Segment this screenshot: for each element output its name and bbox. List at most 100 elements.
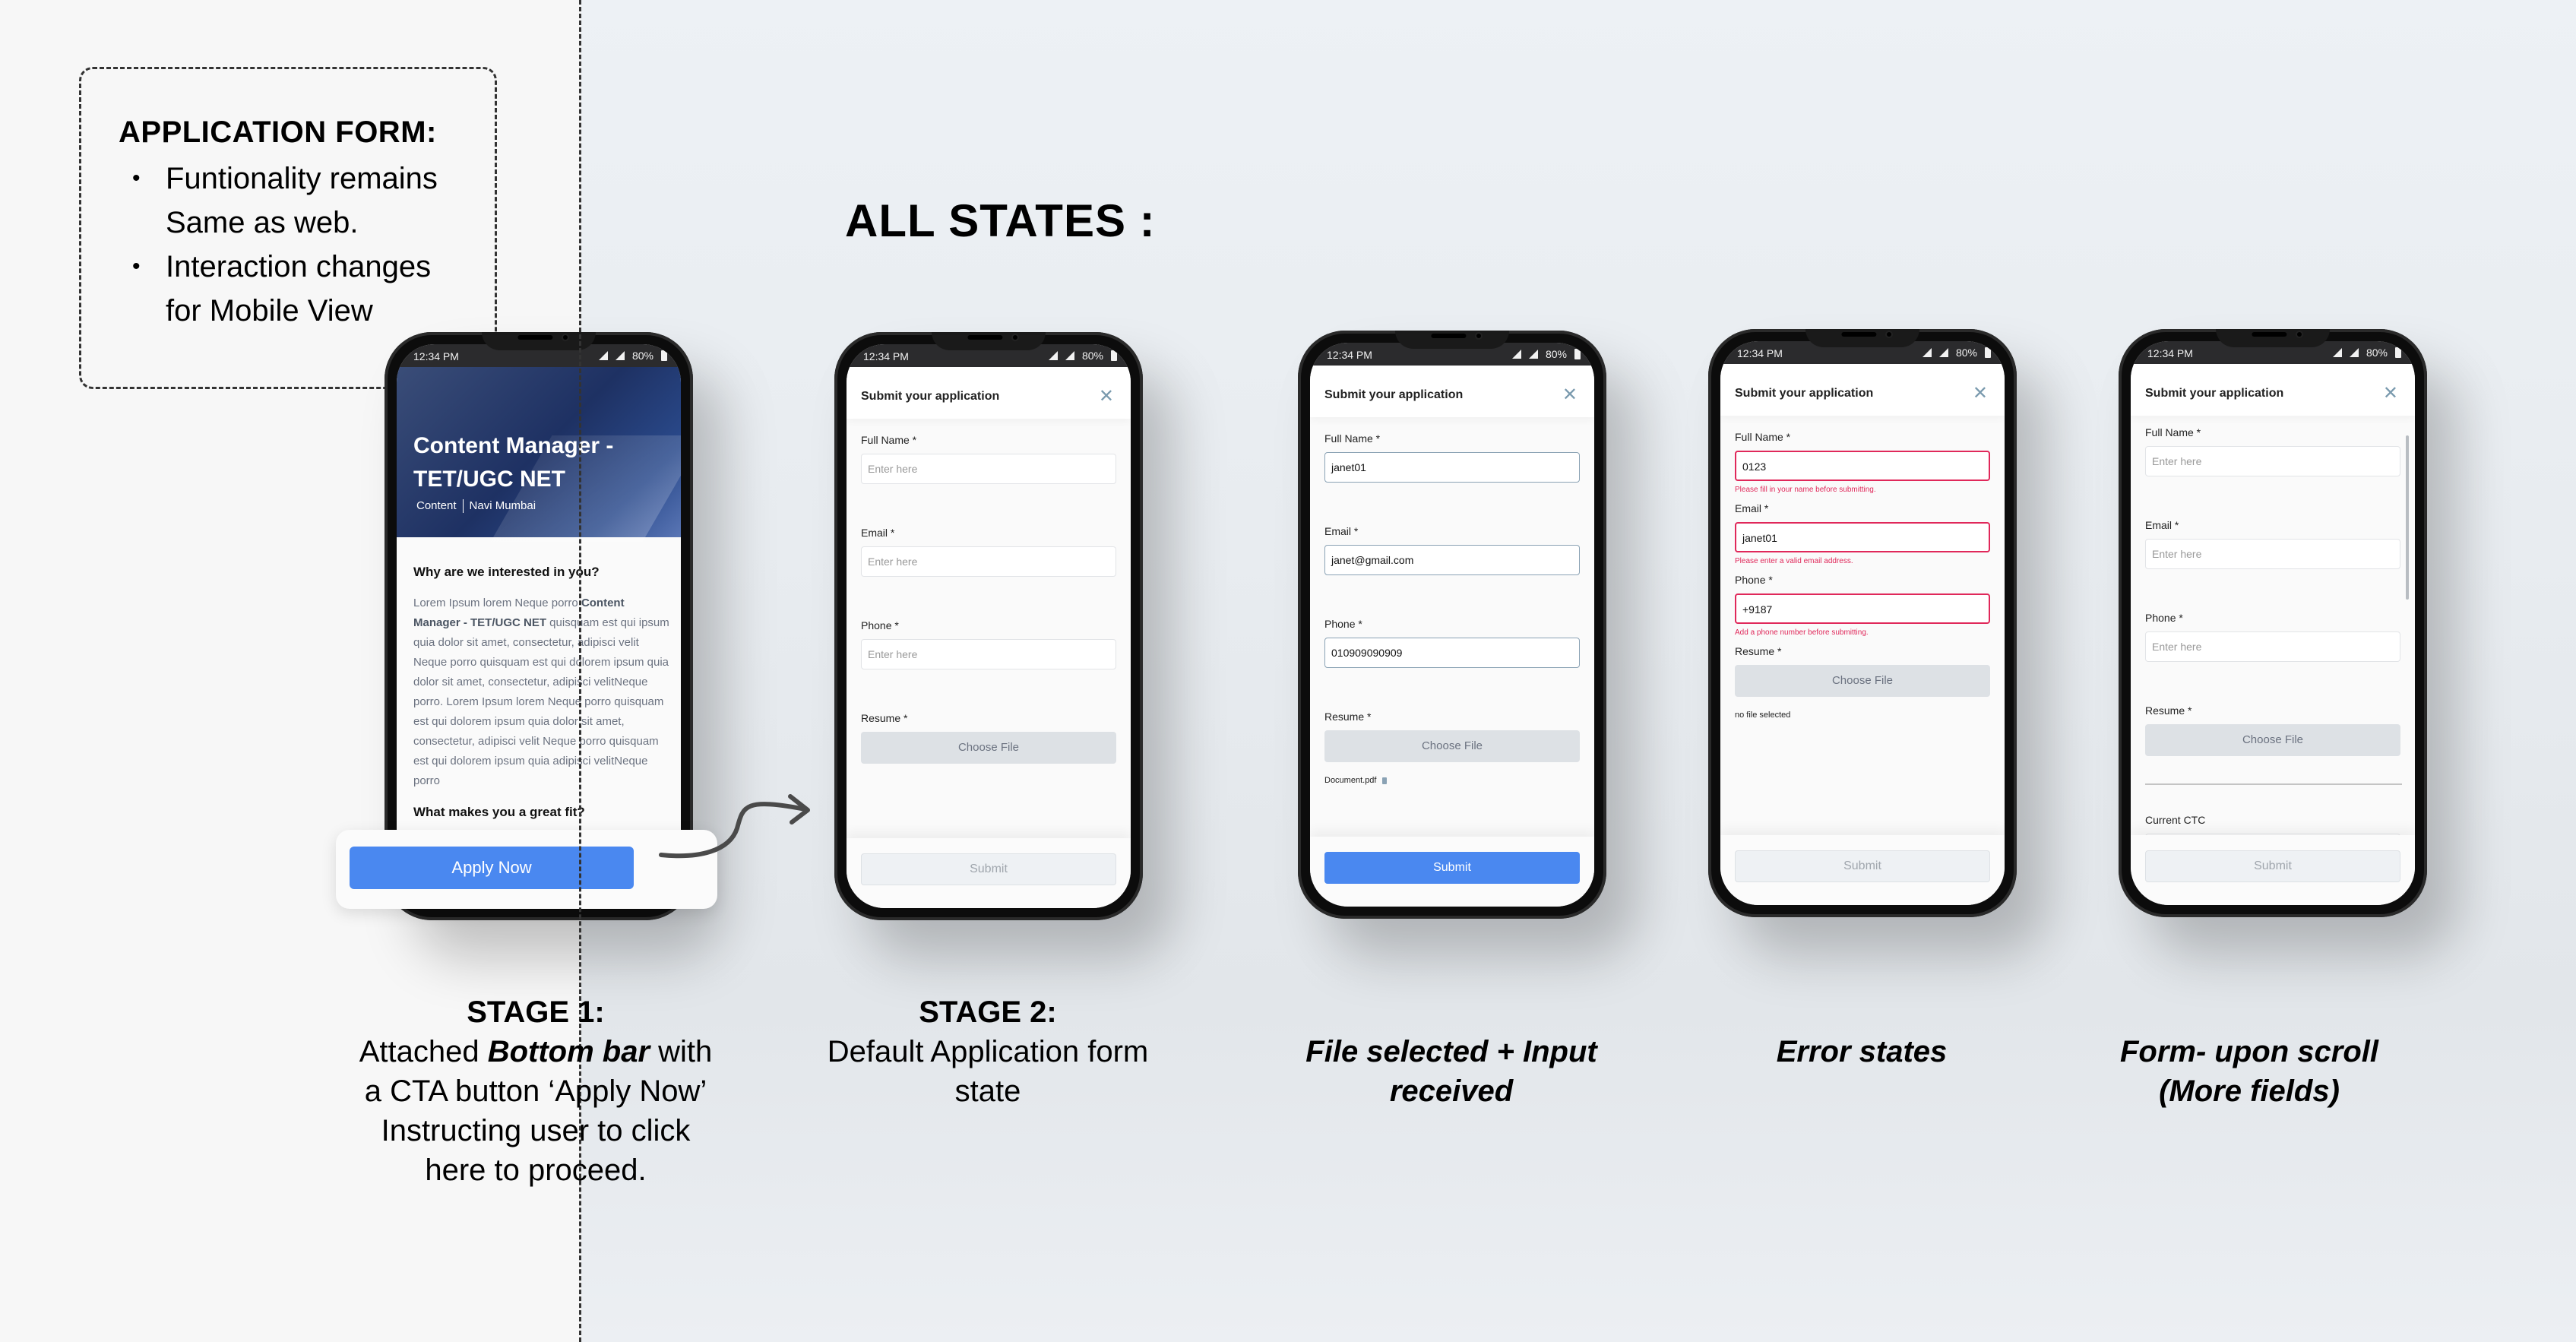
full-name-label: Full Name * xyxy=(1324,432,1381,445)
close-icon[interactable]: ✕ xyxy=(2383,382,2398,404)
camera xyxy=(2296,331,2303,338)
battery-icon xyxy=(661,350,667,361)
scrollbar[interactable] xyxy=(2406,435,2409,600)
close-icon[interactable]: ✕ xyxy=(1099,385,1114,407)
email-error: Please enter a valid email address. xyxy=(1735,557,1853,565)
battery-level: 80% xyxy=(1545,348,1567,360)
caption-text: Default Application form state xyxy=(827,1035,1149,1108)
apply-now-button[interactable]: Apply Now xyxy=(350,847,634,889)
caption-text: File selected + Input received xyxy=(1305,1035,1597,1108)
caption-stage1: STAGE 1: Attached Bottom bar with a CTA … xyxy=(357,992,714,1190)
meta-separator xyxy=(462,499,464,513)
phone-error-state: 12:34 PM 80% Submit your application ✕ F… xyxy=(1708,329,2017,917)
form-screen: 12:34 PM 80% Submit your application ✕ F… xyxy=(847,344,1131,908)
status-time: 12:34 PM xyxy=(413,350,459,362)
camera xyxy=(1011,334,1019,341)
form-screen: 12:34 PM 80% Submit your application ✕ F… xyxy=(2131,341,2415,905)
phone-notch xyxy=(932,332,1046,350)
speaker xyxy=(967,335,1003,340)
phone-label: Phone * xyxy=(2145,612,2183,624)
form-footer: Submit xyxy=(1720,835,2005,905)
full-name-input[interactable]: Enter here xyxy=(861,454,1116,484)
email-input[interactable]: janet01 xyxy=(1735,522,1990,552)
caption-text: Attached xyxy=(359,1035,488,1068)
job-location: Navi Mumbai xyxy=(469,499,536,512)
full-name-input[interactable]: janet01 xyxy=(1324,452,1580,483)
flow-arrow-icon xyxy=(659,794,810,859)
resume-label: Resume * xyxy=(1735,645,1782,657)
status-icons: 80% xyxy=(1922,347,1991,359)
full-name-label: Full Name * xyxy=(2145,426,2201,438)
full-name-label: Full Name * xyxy=(861,434,917,446)
full-name-input[interactable]: 0123 xyxy=(1735,451,1990,481)
battery-level: 80% xyxy=(1081,350,1103,362)
resume-label: Resume * xyxy=(2145,704,2192,717)
file-name: Document.pdf xyxy=(1324,776,1377,785)
choose-file-button[interactable]: Choose File xyxy=(1324,730,1580,762)
job-category: Content xyxy=(416,499,457,512)
signal-icon xyxy=(1922,348,1932,357)
phone-notch xyxy=(2216,329,2330,347)
job-hero-banner: Content Manager - TET/UGC NET Content Na… xyxy=(397,367,681,542)
close-icon[interactable]: ✕ xyxy=(1562,384,1578,406)
phone-label: Phone * xyxy=(1324,618,1362,630)
email-input[interactable]: janet@gmail.com xyxy=(1324,545,1580,575)
trash-icon[interactable] xyxy=(1382,777,1388,784)
signal-icon xyxy=(2349,348,2359,357)
section-divider xyxy=(2145,783,2402,785)
email-input[interactable]: Enter here xyxy=(2145,539,2400,569)
phone-input[interactable]: +9187 xyxy=(1735,593,1990,624)
camera xyxy=(1475,332,1483,340)
stage1-title: STAGE 1: xyxy=(467,995,605,1029)
email-label: Email * xyxy=(1735,502,1769,514)
choose-file-button[interactable]: Choose File xyxy=(861,732,1116,764)
phone-notch xyxy=(1395,331,1509,349)
job-title: Content Manager - TET/UGC NET xyxy=(413,433,614,492)
form-title: Submit your application xyxy=(2145,387,2284,400)
submit-button[interactable]: Submit xyxy=(1324,852,1580,884)
choose-file-button[interactable]: Choose File xyxy=(2145,724,2400,756)
status-icons: 80% xyxy=(2332,347,2401,359)
form-footer: Submit xyxy=(2131,835,2415,905)
all-states-heading: ALL STATES : xyxy=(845,195,1156,246)
text-segment: Lorem Ipsum lorem Neque porro xyxy=(413,597,581,609)
selected-file: Document.pdf xyxy=(1324,776,1580,785)
note-bullet: Interaction changes for Mobile View xyxy=(132,245,467,333)
phone-input[interactable]: Enter here xyxy=(2145,631,2400,662)
phone-filled-state: 12:34 PM 80% Submit your application ✕ F… xyxy=(1298,331,1606,919)
status-icons: 80% xyxy=(1048,350,1117,362)
status-time: 12:34 PM xyxy=(1327,349,1372,361)
submit-button[interactable]: Submit xyxy=(2145,850,2400,882)
form-body: Full Name * janet01 Email * janet@gmail.… xyxy=(1324,432,1580,785)
status-time: 12:34 PM xyxy=(2147,347,2193,359)
form-title: Submit your application xyxy=(1735,387,1874,400)
speaker xyxy=(2252,332,2287,337)
email-input[interactable]: Enter here xyxy=(861,546,1116,577)
signal-icon xyxy=(598,351,608,360)
form-body: Full Name * Enter here Email * Enter her… xyxy=(861,434,1116,764)
status-icons: 80% xyxy=(1511,348,1581,360)
signal-icon xyxy=(1065,351,1074,360)
resume-label: Resume * xyxy=(1324,711,1372,723)
full-name-error: Please fill in your name before submitti… xyxy=(1735,486,1876,494)
choose-file-button[interactable]: Choose File xyxy=(1735,665,1990,697)
note-list: Funtionality remains Same as web. Intera… xyxy=(132,157,467,333)
submit-button[interactable]: Submit xyxy=(861,853,1116,885)
phone-input[interactable]: Enter here xyxy=(861,639,1116,669)
caption-stage2: STAGE 2: Default Application form state xyxy=(813,992,1163,1111)
signal-icon xyxy=(1938,348,1948,357)
form-title: Submit your application xyxy=(861,390,1000,403)
submit-button[interactable]: Submit xyxy=(1735,850,1990,882)
section-heading-2: What makes you a great fit? xyxy=(413,805,585,819)
section-text: Lorem Ipsum lorem Neque porro Content Ma… xyxy=(413,593,672,791)
speaker xyxy=(1431,334,1467,338)
caption-scroll: Form- upon scroll (More fields) xyxy=(2097,1032,2401,1111)
note-title: APPLICATION FORM: xyxy=(119,116,437,149)
phone-input[interactable]: 010909090909 xyxy=(1324,638,1580,668)
battery-icon xyxy=(2395,347,2401,358)
close-icon[interactable]: ✕ xyxy=(1973,382,1988,404)
text-segment: quisquam est qui ipsum quia dolor sit am… xyxy=(413,616,669,787)
full-name-input[interactable]: Enter here xyxy=(2145,446,2400,476)
phone-label: Phone * xyxy=(861,619,899,631)
battery-level: 80% xyxy=(631,350,653,362)
